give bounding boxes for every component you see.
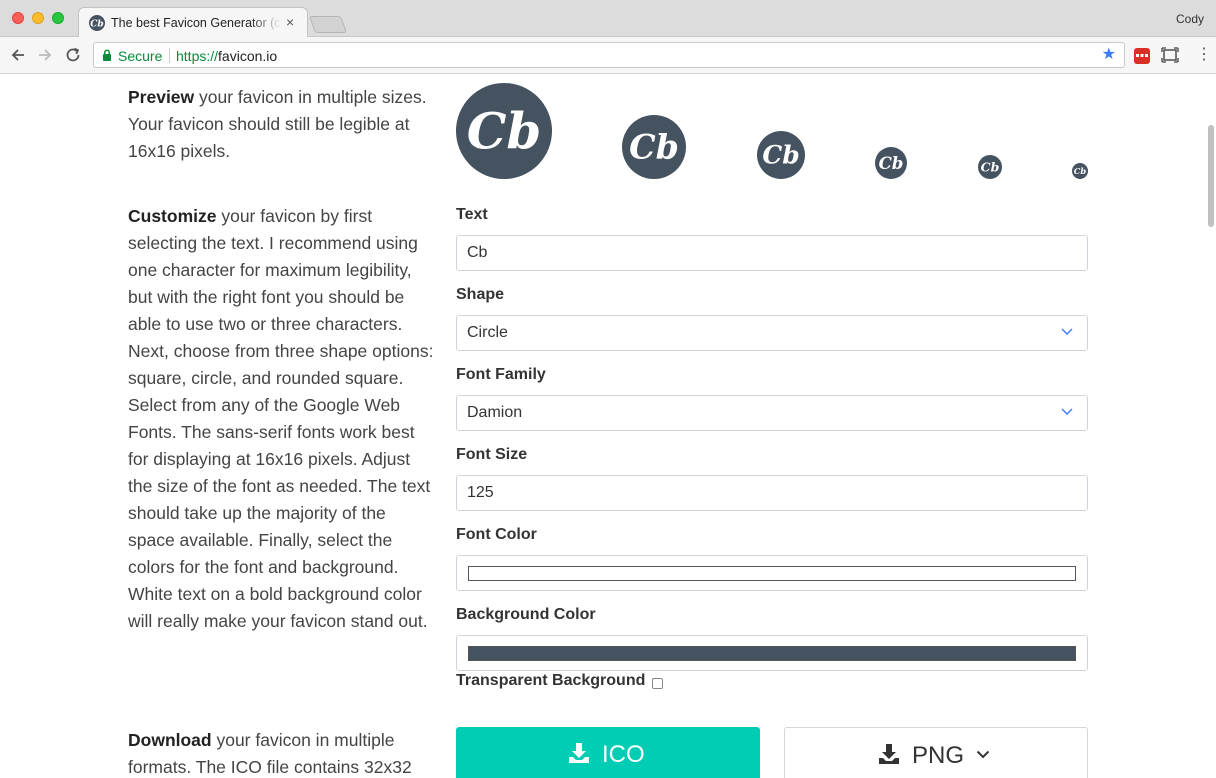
screenshot-extension-icon[interactable] [1161, 46, 1179, 64]
shape-select[interactable]: Circle [456, 315, 1088, 351]
svg-text:Cb: Cb [90, 20, 103, 30]
font-size-input[interactable]: 125 [456, 475, 1088, 511]
download-icon [879, 744, 899, 764]
svg-text:Cb: Cb [1074, 166, 1087, 176]
profile-name[interactable]: Cody [1176, 12, 1204, 26]
bookmark-star-icon[interactable]: ★ [1102, 47, 1116, 63]
transparent-background-label: Transparent Background [456, 672, 646, 689]
svg-text:Cb: Cb [762, 141, 799, 170]
close-window-button[interactable] [12, 12, 24, 24]
customize-description: Customize your favicon by first selectin… [128, 206, 434, 631]
tab-bar: Cb The best Favicon Generator (c × Cody [0, 0, 1216, 37]
background-color-swatch[interactable] [468, 646, 1076, 661]
download-png-button[interactable]: PNG [784, 727, 1088, 778]
favicon-preview-48: Cb [757, 131, 805, 179]
back-arrow-icon[interactable] [9, 46, 27, 64]
favicon-preview-16: Cb [1072, 163, 1088, 179]
favicon-icon: Cb [89, 15, 105, 31]
chevron-down-icon [1061, 328, 1073, 335]
browser-toolbar: Secure https://favicon.io ★ ⋮ [0, 37, 1216, 74]
minimize-window-button[interactable] [32, 12, 44, 24]
secure-label: Secure [118, 48, 163, 64]
svg-text:Cb: Cb [981, 159, 1000, 174]
svg-text:Cb: Cb [879, 153, 904, 173]
download-description: Download your favicon in multiple format… [128, 730, 412, 777]
separator [169, 48, 170, 63]
favicon-preview-large: Cb [456, 83, 552, 179]
chevron-down-icon[interactable] [976, 750, 990, 759]
lastpass-extension-icon[interactable] [1134, 48, 1150, 64]
transparent-background-checkbox[interactable] [652, 678, 663, 689]
font-color-label: Font Color [456, 526, 537, 543]
font-family-label: Font Family [456, 366, 546, 383]
favicon-preview-64: Cb [622, 115, 686, 179]
svg-text:Cb: Cb [467, 101, 542, 160]
text-input[interactable]: Cb [456, 235, 1088, 271]
download-icon [569, 743, 589, 763]
favicon-preview-24: Cb [978, 155, 1002, 179]
font-color-swatch[interactable] [468, 566, 1076, 581]
address-bar[interactable]: Secure https://favicon.io ★ [93, 42, 1125, 68]
tab-title: The best Favicon Generator (c [111, 16, 281, 30]
svg-text:Cb: Cb [629, 128, 679, 167]
url-text[interactable]: https://favicon.io [176, 48, 277, 64]
favicon-preview-32: Cb [875, 147, 907, 179]
shape-label: Shape [456, 286, 505, 303]
background-color-picker[interactable] [456, 635, 1088, 671]
download-ico-button[interactable]: ICO [456, 727, 760, 778]
browser-tab[interactable]: Cb The best Favicon Generator (c × [78, 7, 308, 37]
background-color-label: Background Color [456, 606, 596, 623]
close-tab-icon[interactable]: × [286, 15, 294, 29]
scrollbar[interactable] [1208, 125, 1214, 227]
chevron-down-icon [1061, 408, 1073, 415]
maximize-window-button[interactable] [52, 12, 64, 24]
browser-menu-icon[interactable]: ⋮ [1196, 45, 1212, 65]
reload-icon[interactable] [64, 46, 82, 64]
lock-icon [103, 49, 111, 61]
font-color-picker[interactable] [456, 555, 1088, 591]
font-family-select[interactable]: Damion [456, 395, 1088, 431]
text-label: Text [456, 206, 488, 223]
font-size-label: Font Size [456, 446, 528, 463]
preview-description: Preview your favicon in multiple sizes. … [128, 87, 427, 161]
forward-arrow-icon[interactable] [36, 46, 54, 64]
page-content: Preview your favicon in multiple sizes. … [0, 74, 1216, 778]
new-tab-button[interactable] [308, 16, 348, 33]
